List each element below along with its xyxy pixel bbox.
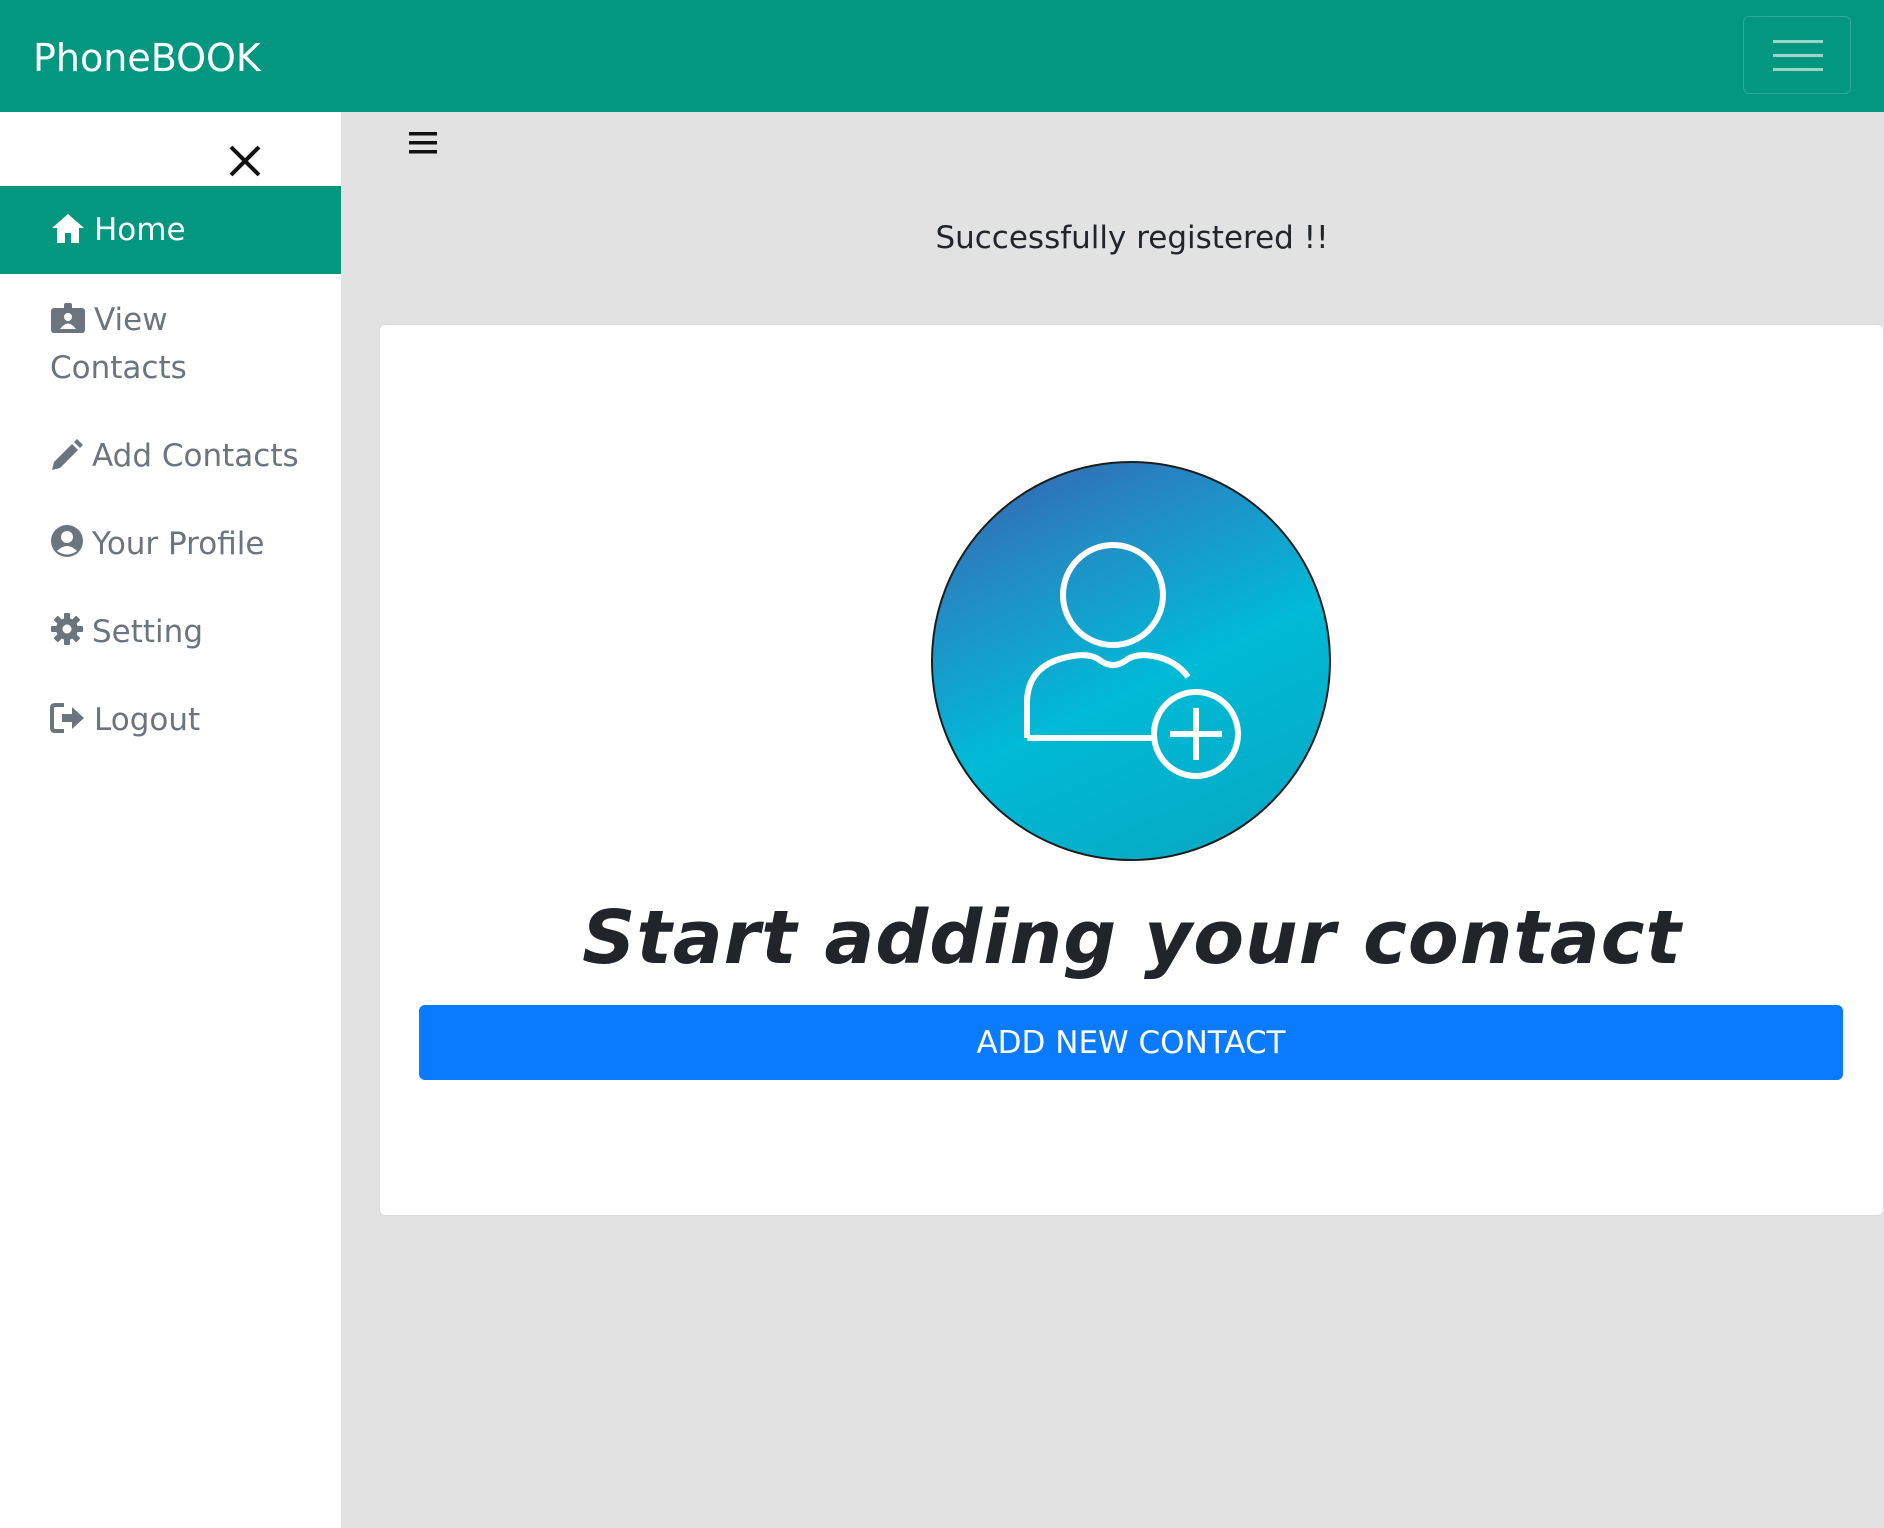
- add-user-image: [931, 461, 1331, 861]
- pencil-icon: [52, 439, 83, 470]
- sidebar-item-view-contacts[interactable]: View Contacts: [0, 296, 341, 392]
- sidebar: Home View Contacts Add Contacts Your Pro…: [0, 112, 341, 1528]
- logout-icon: [50, 703, 84, 733]
- home-icon: [52, 214, 84, 243]
- gear-icon: [51, 613, 83, 645]
- add-new-contact-button[interactable]: ADD NEW CONTACT: [419, 1005, 1843, 1080]
- sidebar-item-label: Your Profile: [92, 526, 265, 562]
- close-icon[interactable]: [226, 142, 264, 180]
- sidebar-item-logout[interactable]: Logout: [0, 696, 341, 744]
- hamburger-icon: [1773, 40, 1823, 71]
- sidebar-item-add-contacts[interactable]: Add Contacts: [0, 432, 341, 480]
- user-circle-icon: [51, 525, 83, 557]
- id-card-icon: [51, 303, 85, 333]
- navbar-toggle-button[interactable]: [1743, 16, 1851, 94]
- add-user-icon: [1024, 542, 1241, 779]
- sidebar-item-label: Logout: [94, 702, 201, 738]
- card-headline: Start adding your contact: [582, 895, 1682, 981]
- sidebar-item-setting[interactable]: Setting: [0, 608, 341, 656]
- sidebar-item-label: Home: [94, 212, 186, 248]
- sidebar-item-your-profile[interactable]: Your Profile: [0, 520, 341, 568]
- sidebar-item-label: Setting: [92, 614, 203, 650]
- top-navbar: PhoneBOOK: [0, 0, 1884, 112]
- sidebar-item-label: Add Contacts: [92, 438, 299, 474]
- brand-title[interactable]: PhoneBOOK: [33, 36, 261, 80]
- hamburger-icon[interactable]: [408, 128, 438, 158]
- sidebar-item-home[interactable]: Home: [0, 186, 341, 274]
- success-message: Successfully registered !!: [935, 220, 1329, 256]
